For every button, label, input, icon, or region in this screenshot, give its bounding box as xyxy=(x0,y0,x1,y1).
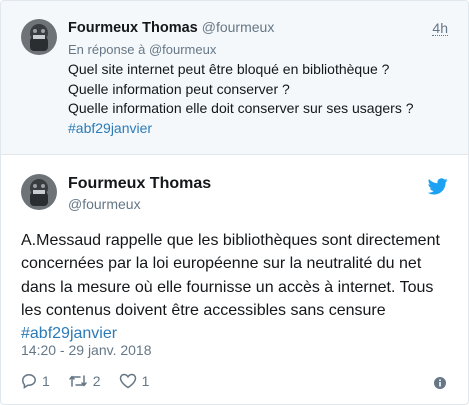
tweet-line: Quel site internet peut être bloqué en b… xyxy=(68,61,390,77)
hashtag-link[interactable]: #abf29janvier xyxy=(21,325,117,342)
reply-to-label: En réponse à @fourmeux xyxy=(68,42,217,57)
parent-tweet-text: Quel site internet peut être bloqué en b… xyxy=(68,60,448,138)
hashtag-link[interactable]: #abf29janvier xyxy=(68,120,152,136)
tweet-line: Quelle information elle doit conserver s… xyxy=(68,100,414,116)
retweet-button[interactable]: 2 xyxy=(68,373,101,389)
retweet-count: 2 xyxy=(92,373,101,389)
parent-tweet[interactable]: Fourmeux Thomas @fourmeux 4h En réponse … xyxy=(1,1,468,155)
reply-button[interactable]: 1 xyxy=(21,373,50,389)
tweet-time[interactable]: 4h xyxy=(432,21,448,36)
tweet-line: les contenus doivent être accessibles sa… xyxy=(21,301,386,319)
reply-icon xyxy=(22,374,36,389)
twitter-bird-icon[interactable] xyxy=(428,178,448,195)
tweet-timestamp[interactable]: 14:20 - 29 janv. 2018 xyxy=(21,342,152,358)
parent-author-line: Fourmeux Thomas @fourmeux xyxy=(68,19,274,36)
tweet-embed: Fourmeux Thomas @fourmeux 4h En réponse … xyxy=(0,0,469,405)
avatar[interactable] xyxy=(21,19,57,55)
tweet-text: A.Messaud rappelle que les bibliothèques… xyxy=(21,229,451,345)
retweet-icon xyxy=(69,375,87,387)
author-handle[interactable]: @fourmeux xyxy=(68,196,141,212)
tweet-line: Quelle information peut conserver ? xyxy=(68,80,290,97)
like-count: 1 xyxy=(141,373,150,389)
tweet-line: A.Messaud rappelle que les bibliothèques… xyxy=(21,232,440,249)
author-handle[interactable]: @fourmeux xyxy=(202,19,275,35)
tweet-line: concernées par la loi européenne sur la … xyxy=(21,255,422,273)
main-tweet: Fourmeux Thomas @fourmeux A.Messaud rapp… xyxy=(1,155,468,404)
like-button[interactable]: 1 xyxy=(119,373,150,389)
reply-count: 1 xyxy=(42,373,50,389)
like-icon xyxy=(119,373,136,389)
avatar[interactable] xyxy=(21,174,57,210)
tweet-line: dans la mesure où elle fournisse un accè… xyxy=(21,278,434,296)
tweet-actions: 1 2 1 xyxy=(21,373,167,389)
author-name[interactable]: Fourmeux Thomas xyxy=(68,20,198,36)
info-icon[interactable] xyxy=(434,377,446,389)
author-name[interactable]: Fourmeux Thomas xyxy=(68,175,211,193)
